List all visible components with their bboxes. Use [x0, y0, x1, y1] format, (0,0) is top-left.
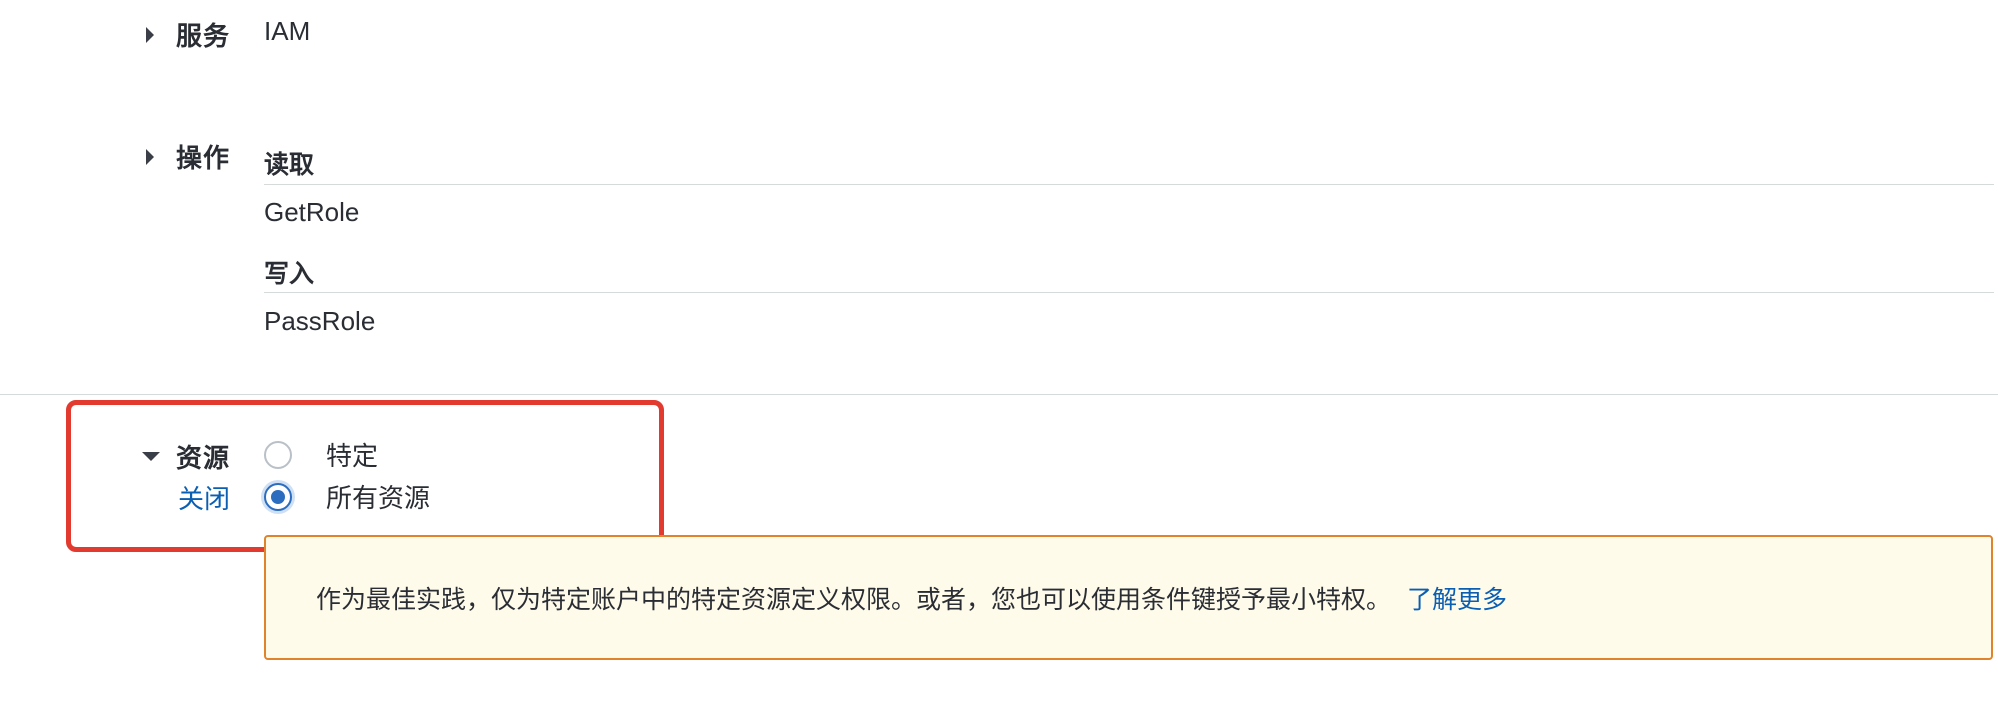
best-practice-alert: 作为最佳实践，仅为特定账户中的特定资源定义权限。或者，您也可以使用条件键授予最小…	[264, 535, 1993, 660]
service-label: 服务	[176, 22, 231, 52]
action-group-divider	[264, 292, 1994, 293]
section-divider	[0, 394, 1998, 395]
action-group-heading-write: 写入	[264, 259, 315, 288]
action-item: GetRole	[264, 197, 360, 227]
caret-right-icon	[146, 26, 154, 43]
action-item: PassRole	[264, 306, 376, 336]
actions-section-toggle[interactable]: 操作	[146, 138, 230, 175]
alert-text: 作为最佳实践，仅为特定账户中的特定资源定义权限。或者，您也可以使用条件键授予最小…	[316, 584, 1392, 614]
highlight-box	[66, 400, 664, 552]
caret-right-icon	[146, 148, 154, 165]
service-section-toggle[interactable]: 服务	[146, 16, 230, 53]
actions-label: 操作	[176, 144, 231, 174]
learn-more-link[interactable]: 了解更多	[1407, 580, 1507, 616]
service-value: IAM	[264, 16, 311, 46]
action-group-heading-read: 读取	[264, 150, 315, 179]
action-group-divider	[264, 184, 1994, 185]
